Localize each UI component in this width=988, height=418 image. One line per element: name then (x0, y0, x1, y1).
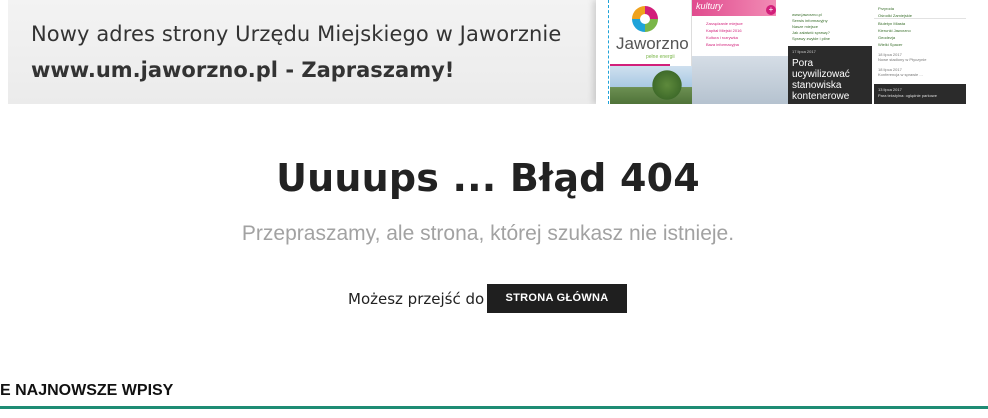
section-divider (0, 406, 988, 409)
go-home-label: Możesz przejść do (348, 290, 485, 308)
preview-link: Zarządzanie miejsce (706, 21, 743, 26)
preview-news-date: 17 lipca 2017 (792, 49, 816, 54)
preview-right-news: Konferencja w sprawie ... (878, 72, 923, 77)
preview-news-card: 17 lipca 2017 Pora ucywilizować stanowis… (788, 46, 872, 104)
preview-right-item: Wielki Spacer (878, 42, 903, 47)
preview-link: Kultura i rozrywka (706, 35, 738, 40)
preview-link: Baza informacyjna (706, 42, 739, 47)
preview-right-item: Kierunki Jaworzno (878, 28, 911, 33)
preview-news-title: Pora ucywilizować stanowiska kontenerowe (792, 58, 850, 102)
preview-link: Serwis informacyjny (792, 18, 828, 23)
plus-icon: + (766, 5, 776, 15)
banner-url: www.um.jaworzno.pl - Zapraszamy! (31, 58, 455, 82)
preview-right-dark-card: 13 lipca 2017 Para tekstylna: oglądnie p… (874, 84, 966, 104)
preview-tree-photo (610, 66, 692, 104)
preview-logo-column: Jaworzno pełne energii (596, 0, 692, 104)
preview-link: Sprawy zwykłe i pilne (792, 36, 831, 41)
preview-right-item: Przyroda (878, 6, 895, 11)
latest-posts-heading: E NAJNOWSZE WPISY (0, 382, 174, 399)
preview-right-dark-text: Para tekstylna: oglądnie parkowe (878, 93, 937, 98)
preview-divider (608, 0, 609, 104)
jaworzno-logo-icon (632, 6, 658, 32)
preview-right-column: Przyroda Ośrodki Zamiejskie Biuletyn Mia… (872, 0, 968, 104)
preview-right-item: Geodezja (878, 35, 896, 40)
preview-logo-tagline: pełne energii (646, 54, 675, 60)
preview-photo (692, 56, 788, 104)
website-preview-image: Jaworzno pełne energii kultury + Zarządz… (596, 0, 968, 104)
preview-link: Jak załatwić sprawę? (792, 30, 830, 35)
preview-divider (874, 18, 966, 19)
preview-pink-tab-label: kultury (696, 1, 723, 11)
preview-middle-column: kultury + Zarządzanie miejsce Kapitał Mi… (692, 0, 872, 104)
preview-right-dark-text: 13 lipca 2017 (878, 87, 902, 92)
banner-headline: Nowy adres strony Urzędu Miejskiego w Ja… (31, 22, 562, 46)
preview-right-item: Biuletyn Miasta (878, 21, 906, 26)
preview-link: Kapitał Miejski 2016 (706, 28, 742, 33)
promo-banner[interactable]: Nowy adres strony Urzędu Miejskiego w Ja… (8, 0, 968, 104)
home-page-button[interactable]: STRONA GŁÓWNA (487, 284, 627, 313)
preview-logo-text: Jaworzno (616, 34, 689, 53)
error-subtitle: Przepraszamy, ale strona, której szukasz… (241, 222, 735, 245)
preview-right-news: Nowe stadiony w Ptyczynie (878, 57, 927, 62)
preview-pink-tab: kultury (692, 0, 776, 16)
preview-link: Nasze miejsce (792, 24, 819, 29)
error-title: Uuuups ... Błąd 404 (276, 156, 700, 200)
preview-link: www.jaworzno.pl (792, 12, 822, 17)
